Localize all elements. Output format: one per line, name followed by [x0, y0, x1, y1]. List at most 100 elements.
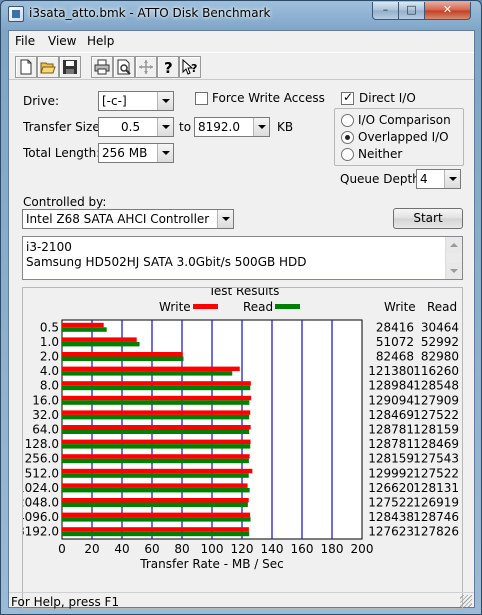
read-value: 82980: [421, 350, 459, 364]
menu-view[interactable]: View: [48, 34, 76, 48]
kb-label: KB: [277, 120, 294, 134]
context-help-button[interactable]: ?: [179, 56, 201, 78]
minimize-button[interactable]: –: [372, 2, 399, 20]
new-icon: [20, 59, 32, 75]
read-bar: [62, 341, 140, 347]
write-bar: [62, 468, 253, 474]
drive-value: [-c-]: [102, 94, 127, 108]
description-textarea[interactable]: i3-2100 Samsung HD502HJ SATA 3.0Gbit/s 5…: [22, 236, 463, 280]
write-bar: [62, 410, 251, 415]
write-bar: [62, 381, 251, 386]
read-value: 127522: [413, 466, 459, 480]
transfer-from-select[interactable]: 0.5: [98, 117, 174, 137]
toolbar: ? ?: [9, 52, 474, 80]
drive-label: Drive:: [23, 94, 60, 108]
read-value: 126919: [413, 496, 459, 510]
read-column-header: Read: [427, 300, 457, 314]
menu-file[interactable]: File: [15, 34, 35, 48]
x-axis-label: Transfer Rate - MB / Sec: [139, 557, 283, 571]
force-write-label: Force Write Access: [212, 91, 325, 105]
category-label: 256.0: [25, 452, 59, 466]
print-preview-button[interactable]: [113, 56, 135, 78]
start-button[interactable]: Start: [393, 208, 463, 229]
move-button[interactable]: [135, 56, 157, 78]
client-area: File View Help ? ? Drive: [-c-] Force Wr…: [8, 30, 475, 609]
overlapped-io-radio[interactable]: [341, 131, 354, 144]
chevron-down-icon[interactable]: [157, 144, 173, 162]
status-bar: For Help, press F1: [9, 592, 474, 609]
app-icon[interactable]: [8, 6, 24, 22]
open-button[interactable]: [37, 56, 59, 78]
category-label: 2048.0: [23, 496, 59, 510]
category-label: 8192.0: [23, 525, 59, 539]
write-value: 128438: [368, 510, 414, 524]
read-bar: [62, 517, 251, 522]
resize-grip-icon[interactable]: [460, 595, 472, 607]
scroll-down-icon[interactable]: [446, 263, 462, 279]
controller-select[interactable]: Intel Z68 SATA AHCI Controller: [22, 209, 234, 229]
chevron-down-icon[interactable]: [444, 170, 460, 188]
save-icon: [63, 60, 77, 74]
save-button[interactable]: [59, 56, 81, 78]
category-label: 64.0: [32, 423, 59, 437]
read-bar: [62, 429, 250, 434]
x-tick-label: 40: [114, 542, 129, 556]
read-bar: [62, 356, 184, 361]
total-length-select[interactable]: 256 MB: [98, 143, 174, 163]
read-value: 128131: [413, 481, 459, 495]
write-bar: [62, 395, 252, 401]
chevron-down-icon[interactable]: [157, 92, 173, 110]
legend-read-label: Read: [243, 300, 273, 314]
print-preview-icon: [117, 59, 131, 75]
read-value: 30464: [421, 320, 459, 334]
transfer-to-select[interactable]: 8192.0: [194, 117, 270, 137]
help-icon: ?: [164, 59, 173, 75]
write-value: 28416: [376, 320, 414, 334]
svg-text:?: ?: [191, 62, 197, 75]
description-scrollbar[interactable]: [445, 237, 462, 279]
write-value: 82468: [376, 350, 414, 364]
read-value: 128159: [413, 423, 459, 437]
new-button[interactable]: [15, 56, 37, 78]
test-results-group: Test Results Write Read Write Read 0 20 40 60 80 1…: [22, 287, 463, 609]
controller-value: Intel Z68 SATA AHCI Controller: [26, 212, 210, 226]
write-value: 127623: [368, 525, 414, 539]
chevron-down-icon[interactable]: [217, 210, 233, 228]
queue-depth-select[interactable]: 4: [416, 169, 461, 189]
chevron-down-icon[interactable]: [253, 118, 269, 136]
read-value: 128469: [413, 437, 459, 451]
scroll-up-icon[interactable]: [446, 237, 462, 253]
transfer-size-label: Transfer Size:: [23, 120, 104, 134]
maximize-button[interactable]: □: [398, 2, 425, 20]
write-bar: [62, 512, 251, 518]
status-text: For Help, press F1: [11, 595, 120, 609]
close-button[interactable]: ✕: [424, 2, 471, 20]
write-bar: [62, 483, 248, 488]
print-button[interactable]: [91, 56, 113, 78]
direct-io-checkbox[interactable]: [341, 90, 354, 105]
write-value: 126620: [368, 481, 414, 495]
x-tick-label: 180: [321, 542, 344, 556]
read-bar: [62, 502, 248, 507]
neither-radio[interactable]: [341, 148, 354, 161]
overlapped-io-label: Overlapped I/O: [358, 130, 449, 144]
menu-help[interactable]: Help: [87, 34, 114, 48]
read-bar: [62, 385, 251, 391]
drive-select[interactable]: [-c-]: [98, 91, 174, 111]
queue-depth-value: 4: [420, 172, 428, 186]
write-value: 51072: [376, 335, 414, 349]
transfer-from-value: 0.5: [121, 120, 141, 134]
read-bar: [62, 371, 233, 376]
io-comparison-radio[interactable]: [341, 114, 354, 127]
force-write-checkbox[interactable]: [195, 92, 208, 105]
write-value: 128781: [368, 423, 414, 437]
read-bar: [62, 473, 249, 478]
category-label: 512.0: [25, 466, 59, 480]
read-value: 52992: [421, 335, 459, 349]
title-bar[interactable]: i3sata_atto.bmk - ATTO Disk Benchmark – …: [1, 1, 481, 28]
write-value: 128469: [368, 408, 414, 422]
chevron-down-icon[interactable]: [157, 118, 173, 136]
write-bar: [62, 322, 104, 328]
x-tick-label: 80: [174, 542, 189, 556]
help-button[interactable]: ?: [157, 56, 179, 78]
